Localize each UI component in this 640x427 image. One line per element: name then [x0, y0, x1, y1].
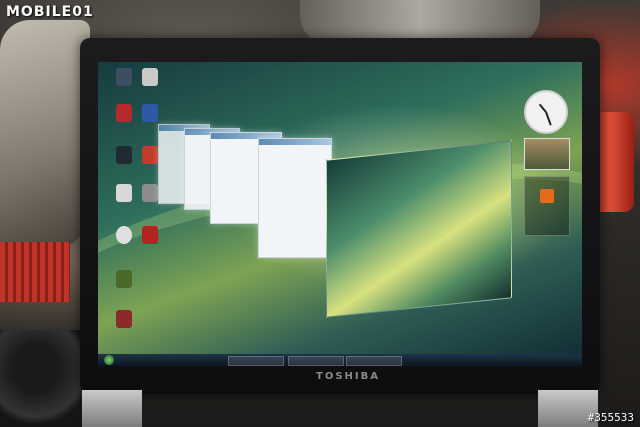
slideshow-gadget[interactable]: [524, 138, 570, 170]
app-icon[interactable]: [116, 146, 132, 164]
taskbar-button[interactable]: [228, 356, 284, 366]
app-icon[interactable]: [116, 104, 132, 122]
black-cable: [0, 330, 90, 427]
clock-gadget[interactable]: [524, 90, 568, 134]
red-basket: [0, 242, 70, 302]
photo-scene: TOSHIBA MOBILE01 #355533: [0, 0, 640, 427]
taskbar: [98, 354, 582, 366]
cd-icon[interactable]: [116, 226, 132, 244]
rss-icon: [540, 189, 554, 203]
feed-gadget[interactable]: [524, 176, 570, 236]
laptop-brand: TOSHIBA: [316, 371, 380, 382]
app-icon[interactable]: [142, 184, 158, 202]
taskbar-button[interactable]: [288, 356, 344, 366]
left-hinge: [82, 390, 142, 427]
start-button[interactable]: [104, 355, 114, 365]
app-icon[interactable]: [116, 310, 132, 328]
clock-hand: [545, 111, 552, 126]
clock-hand: [538, 103, 547, 113]
computer-icon[interactable]: [116, 68, 132, 86]
app-icon[interactable]: [116, 270, 132, 288]
app-icon[interactable]: [142, 146, 158, 164]
flip3d-wallpaper-window[interactable]: [326, 140, 512, 318]
flip3d-window[interactable]: [258, 138, 332, 258]
photo-id: #355533: [587, 411, 634, 424]
site-logo: MOBILE01: [6, 4, 94, 20]
taskbar-button[interactable]: [346, 356, 402, 366]
laptop-screen: [98, 62, 582, 366]
document-icon[interactable]: [142, 68, 158, 86]
app-icon[interactable]: [116, 184, 132, 202]
app-icon[interactable]: [142, 104, 158, 122]
robot-figure-left: [0, 20, 90, 250]
app-icon[interactable]: [142, 226, 158, 244]
